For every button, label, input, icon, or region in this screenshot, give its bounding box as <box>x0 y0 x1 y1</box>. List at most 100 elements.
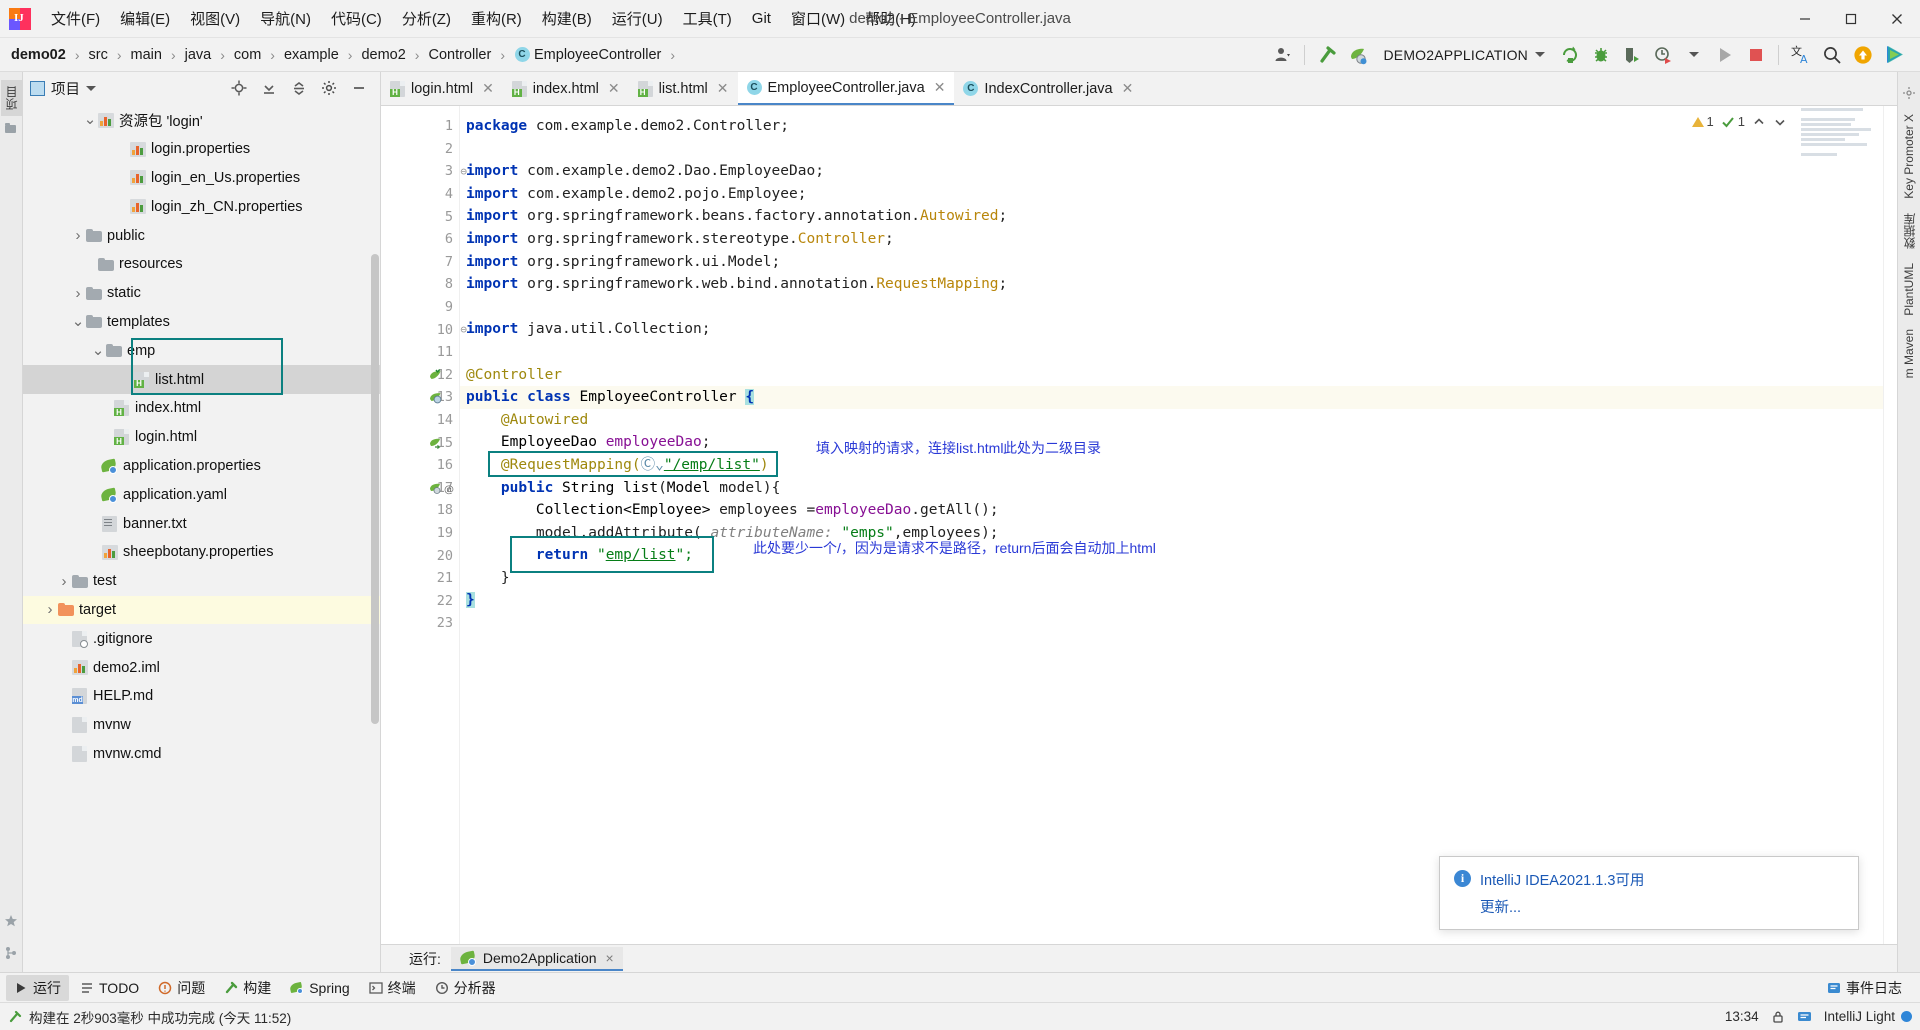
gutter-line-1[interactable]: 1 <box>381 115 459 138</box>
update-icon[interactable] <box>1849 42 1877 68</box>
code-editor[interactable]: 1 2 3 ⊖ 4 5 6 7 8 9 10 ⊖ 11 12 13 14 15 16 17 @18 19 20 21 22 23… <box>381 106 1883 944</box>
code-line-8[interactable]: import org.springframework.web.bind.anno… <box>460 273 1883 296</box>
code-line-15[interactable]: EmployeeDao employeeDao; <box>460 431 1883 454</box>
close-icon[interactable]: ✕ <box>717 80 729 97</box>
tree-item-sheepbotany-properties[interactable]: sheepbotany.properties <box>23 538 380 567</box>
code-line-21[interactable]: } <box>460 567 1883 590</box>
bean-icon[interactable] <box>429 368 442 382</box>
close-button[interactable] <box>1874 0 1920 37</box>
gutter-line-18[interactable]: 18 <box>381 499 459 522</box>
code-line-10[interactable]: import java.util.Collection; <box>460 318 1883 341</box>
spring-bean-icon[interactable] <box>429 391 442 404</box>
editor-tab-indexcontroller-java[interactable]: C IndexController.java ✕ <box>954 72 1142 105</box>
menu-tools[interactable]: 工具(T) <box>673 0 742 37</box>
git-branch-icon[interactable] <box>4 946 18 960</box>
gutter-line-6[interactable]: 6 <box>381 228 459 251</box>
minimize-button[interactable] <box>1782 0 1828 37</box>
gutter-line-9[interactable]: 9 <box>381 296 459 319</box>
stop-icon[interactable] <box>1742 42 1770 68</box>
breadcrumb-main[interactable]: main <box>128 45 165 65</box>
breadcrumb-controller[interactable]: Controller <box>425 45 494 65</box>
tree-item-templates[interactable]: ⌄ templates <box>23 308 380 337</box>
coverage-icon[interactable] <box>1618 42 1646 68</box>
tree-item-test[interactable]: › test <box>23 567 380 596</box>
translate-icon[interactable]: 文 A <box>1787 42 1815 68</box>
tool-window-build[interactable]: 构建 <box>216 975 279 1001</box>
gutter-line-21[interactable]: 21 <box>381 567 459 590</box>
editor-tab-index-html[interactable]: H index.html ✕ <box>503 72 629 105</box>
favorites-star-icon[interactable] <box>4 914 18 928</box>
strip-tab-database[interactable]: 数据库 <box>1899 207 1920 255</box>
project-tree-scrollbar[interactable] <box>371 254 379 724</box>
spring-run-icon[interactable] <box>1344 42 1372 68</box>
user-icon[interactable] <box>1268 42 1296 68</box>
tool-window-todo[interactable]: TODO <box>72 977 147 999</box>
tool-window-spring[interactable]: Spring <box>282 977 357 999</box>
tree-item-emp[interactable]: ⌄ emp <box>23 336 380 365</box>
menu-navigate[interactable]: 导航(N) <box>250 0 321 37</box>
editor-tab-employeecontroller-java[interactable]: C EmployeeController.java ✕ <box>737 72 955 105</box>
debug-bug-icon[interactable] <box>1587 42 1615 68</box>
tree-item-login-html[interactable]: Hlogin.html <box>23 423 380 452</box>
gutter-line-20[interactable]: 20 <box>381 544 459 567</box>
notification-update-link[interactable]: 更新... <box>1480 896 1844 917</box>
run-tab-demo2application[interactable]: Demo2Application × <box>450 946 623 971</box>
menu-run[interactable]: 运行(U) <box>602 0 673 37</box>
idea-run-icon[interactable] <box>1880 42 1908 68</box>
chevron-down-icon[interactable]: ⌄ <box>71 314 85 329</box>
tree-item-login-zh-cn-properties[interactable]: login_zh_CN.properties <box>23 192 380 221</box>
menu-refactor[interactable]: 重构(R) <box>461 0 532 37</box>
tree-item-application-yaml[interactable]: application.yaml <box>23 480 380 509</box>
close-icon[interactable]: ✕ <box>608 80 620 97</box>
gutter-line-19[interactable]: 19 <box>381 522 459 545</box>
code-line-19[interactable]: model.addAttribute( attributeName: "emps… <box>460 522 1883 545</box>
key-promoter-gear-icon[interactable] <box>1902 86 1916 100</box>
breadcrumb-demo2[interactable]: demo2 <box>358 45 408 65</box>
chevron-down-icon[interactable] <box>86 85 96 91</box>
breadcrumb-src[interactable]: src <box>85 45 110 65</box>
breadcrumb-java[interactable]: java <box>182 45 215 65</box>
chevron-right-icon[interactable]: › <box>71 227 85 244</box>
chevron-right-icon[interactable]: › <box>71 285 85 302</box>
tool-window-problems[interactable]: 问题 <box>150 975 213 1001</box>
menu-window[interactable]: 窗口(W) <box>781 0 855 37</box>
chevron-right-icon[interactable]: › <box>43 601 57 618</box>
code-line-12[interactable]: @Controller <box>460 364 1883 387</box>
search-icon[interactable] <box>1818 42 1846 68</box>
lock-icon[interactable] <box>1771 1010 1785 1024</box>
gutter-line-12[interactable]: 12 <box>381 364 459 387</box>
menu-help[interactable]: 帮助(H) <box>855 0 926 37</box>
settings-gear-icon[interactable] <box>315 75 343 101</box>
menu-analyze[interactable]: 分析(Z) <box>392 0 461 37</box>
chevron-down-icon[interactable]: ⌄ <box>83 112 97 127</box>
editor-gutter[interactable]: 1 2 3 ⊖ 4 5 6 7 8 9 10 ⊖ 11 12 13 14 15 16 17 @18 19 20 21 22 23 <box>381 106 467 944</box>
close-icon[interactable]: ✕ <box>934 79 946 96</box>
strip-tab-project[interactable]: 项目 <box>0 80 22 116</box>
mapping-icon[interactable]: @ <box>429 482 455 495</box>
notification-popup[interactable]: i IntelliJ IDEA2021.1.3可用 更新... <box>1439 856 1859 930</box>
code-line-13[interactable]: public class EmployeeController { <box>460 386 1883 409</box>
tree-item-resources[interactable]: resources <box>23 250 380 279</box>
menu-code[interactable]: 代码(C) <box>321 0 392 37</box>
code-line-14[interactable]: @Autowired <box>460 409 1883 432</box>
expand-all-icon[interactable] <box>255 75 283 101</box>
breadcrumb-example[interactable]: example <box>281 45 342 65</box>
run-configuration-selector[interactable]: DEMO2APPLICATION <box>1375 45 1553 65</box>
close-icon[interactable]: ✕ <box>482 80 494 97</box>
code-line-7[interactable]: import org.springframework.ui.Model; <box>460 251 1883 274</box>
close-icon[interactable]: ✕ <box>1122 80 1134 97</box>
gutter-line-2[interactable]: 2 <box>381 138 459 161</box>
editor-tab-login-html[interactable]: H login.html ✕ <box>381 72 503 105</box>
gutter-line-7[interactable]: 7 <box>381 251 459 274</box>
code-line-6[interactable]: import org.springframework.stereotype.Co… <box>460 228 1883 251</box>
tree-item-login-properties[interactable]: login.properties <box>23 135 380 164</box>
code-line-17[interactable]: public String list(Model model){ <box>460 477 1883 500</box>
tree-item-mvnw-cmd[interactable]: mvnw.cmd <box>23 740 380 769</box>
tool-window-profiler[interactable]: 分析器 <box>427 975 504 1001</box>
menu-build[interactable]: 构建(B) <box>532 0 602 37</box>
autowired-icon[interactable] <box>429 437 442 450</box>
next-problem-icon[interactable] <box>1773 115 1787 129</box>
breadcrumb-com[interactable]: com <box>231 45 264 65</box>
code-line-22[interactable]: } <box>460 589 1883 612</box>
maximize-button[interactable] <box>1828 0 1874 37</box>
